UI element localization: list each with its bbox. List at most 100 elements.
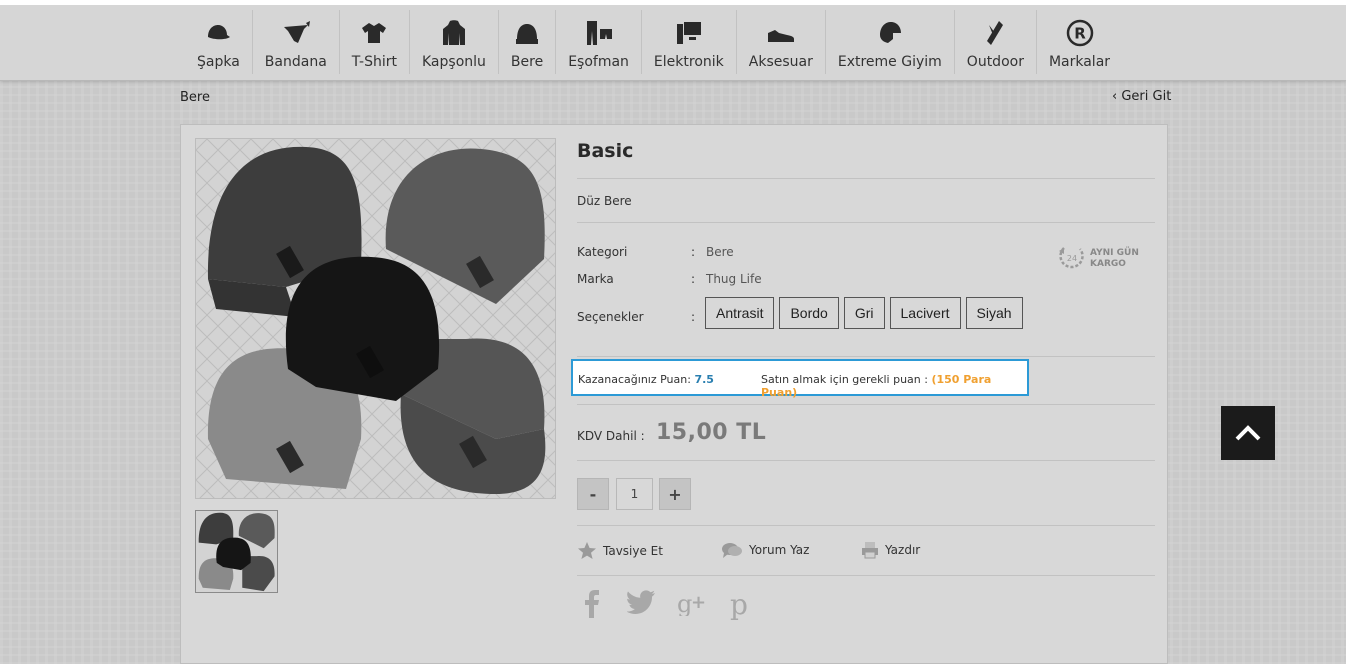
nav-item-sapka[interactable]: Şapka [185,10,253,74]
product-price: 15,00 TL [656,420,767,445]
recommend-label: Tavsiye Et [603,544,663,558]
points-info-box: Kazanacağınız Puan: 7.5 Satın almak için… [571,359,1029,399]
divider [577,460,1155,461]
pocket-knife-icon [980,18,1010,48]
quantity-decrease-button[interactable]: - [577,478,609,510]
brand-label: Marka [577,272,614,286]
nav-item-elektronik[interactable]: Elektronik [642,10,737,74]
nav-label: Eşofman [568,54,629,70]
print-label: Yazdır [885,543,921,557]
product-description: Düz Bere [577,194,632,208]
beanie-icon [512,18,542,48]
tracksuit-icon [584,18,614,48]
category-value[interactable]: Bere [706,245,734,259]
divider [577,525,1155,526]
back-link-label: Geri Git [1121,89,1172,104]
divider [577,575,1155,576]
cap-icon [203,18,233,48]
scroll-to-top-button[interactable] [1221,406,1275,460]
product-thumbnail[interactable] [195,510,278,593]
colon: : [691,272,696,286]
nav-label: Outdoor [966,54,1024,70]
top-navigation-bar: Şapka Bandana T-Shirt Kapşonlu Bere Eşof… [0,0,1346,81]
nav-label: Elektronik [653,54,724,70]
recommend-button[interactable]: Tavsiye Et [577,541,663,561]
earn-points-value: 7.5 [694,373,714,386]
nav-item-markalar[interactable]: R Markalar [1037,10,1122,74]
nav-label: Markalar [1048,54,1111,70]
cargo-line-1: AYNI GÜN [1090,248,1139,258]
nav-label: Kapşonlu [422,54,486,70]
facebook-icon[interactable] [585,590,599,618]
divider [577,404,1155,405]
nav-item-extreme-giyim[interactable]: Extreme Giyim [826,10,955,74]
nav-label: Extreme Giyim [837,54,942,70]
required-points: Satın almak için gerekli puan : (150 Par… [761,373,1027,399]
sneaker-icon [766,18,796,48]
computer-icon [674,18,704,48]
write-review-label: Yorum Yaz [749,543,810,557]
cargo-text: AYNI GÜN KARGO [1090,248,1139,270]
nav-item-esofman[interactable]: Eşofman [556,10,642,74]
back-link[interactable]: ‹ Geri Git [1112,89,1171,104]
top-strip [0,0,1346,5]
nav-item-bere[interactable]: Bere [499,10,557,74]
brand-value[interactable]: Thug Life [706,272,762,286]
pinterest-icon[interactable]: p [729,590,753,620]
twitter-icon[interactable] [627,590,655,614]
star-icon [578,542,596,559]
nav-label: Bandana [264,54,327,70]
svg-text:R: R [1074,25,1086,43]
option-lacivert-button[interactable]: Lacivert [889,297,961,329]
option-gri-button[interactable]: Gri [843,297,885,329]
registered-icon: R [1065,18,1095,48]
cargo-badge-number: 24 [1067,254,1077,263]
svg-text:+: + [691,592,706,613]
hoodie-icon [439,18,469,48]
nav-label: Bere [510,54,544,70]
product-main-image[interactable] [195,138,556,499]
clock-24-icon: 24 [1056,242,1086,276]
option-siyah-button[interactable]: Siyah [965,297,1023,329]
breadcrumb[interactable]: Bere [180,90,210,105]
category-label: Kategori [577,245,628,259]
quantity-input[interactable] [616,478,653,510]
product-title: Basic [577,140,634,162]
divider [577,178,1155,179]
nav-item-outdoor[interactable]: Outdoor [955,10,1037,74]
nav-item-tshirt[interactable]: T-Shirt [340,10,410,74]
required-points-label: Satın almak için gerekli puan : [761,373,928,386]
options-label: Seçenekler [577,310,644,324]
tshirt-icon [359,18,389,48]
earn-points-label: Kazanacağınız Puan: [578,373,691,386]
category-nav: Şapka Bandana T-Shirt Kapşonlu Bere Eşof… [185,10,1122,74]
nav-item-kapsonlu[interactable]: Kapşonlu [410,10,499,74]
google-plus-icon[interactable]: g + [677,590,707,616]
print-button[interactable]: Yazdır [861,541,920,559]
helmet-icon [875,18,905,48]
nav-item-aksesuar[interactable]: Aksesuar [737,10,826,74]
same-day-cargo-badge: 24 AYNI GÜN KARGO [1056,242,1139,276]
option-antrasit-button[interactable]: Antrasit [705,297,775,329]
nav-item-bandana[interactable]: Bandana [253,10,340,74]
comment-icon [722,543,742,558]
divider [577,356,1155,357]
write-review-button[interactable]: Yorum Yaz [721,541,809,559]
chevron-left-icon: ‹ [1112,89,1118,104]
kdv-label: KDV Dahil : [577,429,645,443]
svg-text:p: p [730,590,748,620]
print-icon [862,542,878,559]
divider [577,222,1155,223]
nav-label: Şapka [197,54,240,70]
nav-label: T-Shirt [351,54,397,70]
chevron-up-icon [1235,425,1261,441]
earn-points: Kazanacağınız Puan: 7.5 [578,373,714,386]
bandana-icon [281,18,311,48]
nav-label: Aksesuar [748,54,813,70]
cargo-line-2: KARGO [1090,259,1126,269]
colon: : [691,310,696,324]
variant-options: Antrasit Bordo Gri Lacivert Siyah [705,297,1023,329]
quantity-increase-button[interactable]: + [659,478,691,510]
colon: : [691,245,696,259]
option-bordo-button[interactable]: Bordo [779,297,839,329]
